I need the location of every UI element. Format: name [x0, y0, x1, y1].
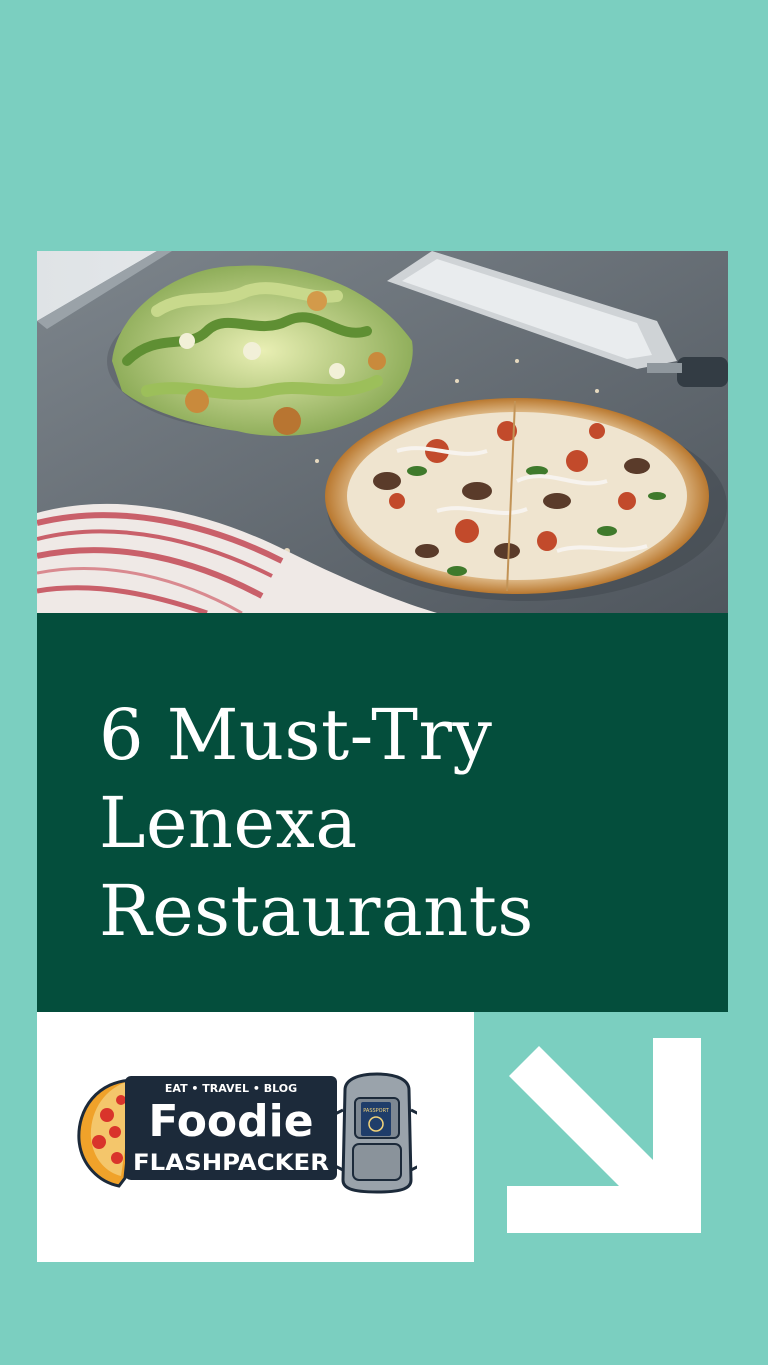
title-line-2: Lenexa — [99, 782, 358, 864]
page-title: 6 Must-Try Lenexa Restaurants — [99, 691, 699, 955]
logo-panel: EAT • TRAVEL • BLOG Foodie FLASHPACKER P… — [37, 1012, 474, 1262]
logo-word-foodie: Foodie — [148, 1096, 313, 1147]
foodie-flashpacker-logo: EAT • TRAVEL • BLOG Foodie FLASHPACKER P… — [77, 1072, 417, 1194]
title-panel: 6 Must-Try Lenexa Restaurants — [37, 613, 728, 1012]
food-photo — [37, 251, 728, 613]
food-photo-illustration — [37, 251, 728, 613]
title-line-1: 6 Must-Try — [99, 694, 493, 776]
read-more-arrow-link[interactable] — [503, 1038, 708, 1238]
logo-tagline: EAT • TRAVEL • BLOG — [165, 1082, 297, 1095]
backpack-icon: PASSPORT — [333, 1072, 417, 1194]
pin-card: 6 Must-Try Lenexa Restaurants EAT • TRAV… — [0, 0, 768, 1365]
title-line-3: Restaurants — [99, 870, 534, 952]
arrow-down-right-icon — [507, 1038, 701, 1233]
passport-label: PASSPORT — [363, 1108, 390, 1114]
logo-word-flashpacker: FLASHPACKER — [133, 1151, 329, 1176]
